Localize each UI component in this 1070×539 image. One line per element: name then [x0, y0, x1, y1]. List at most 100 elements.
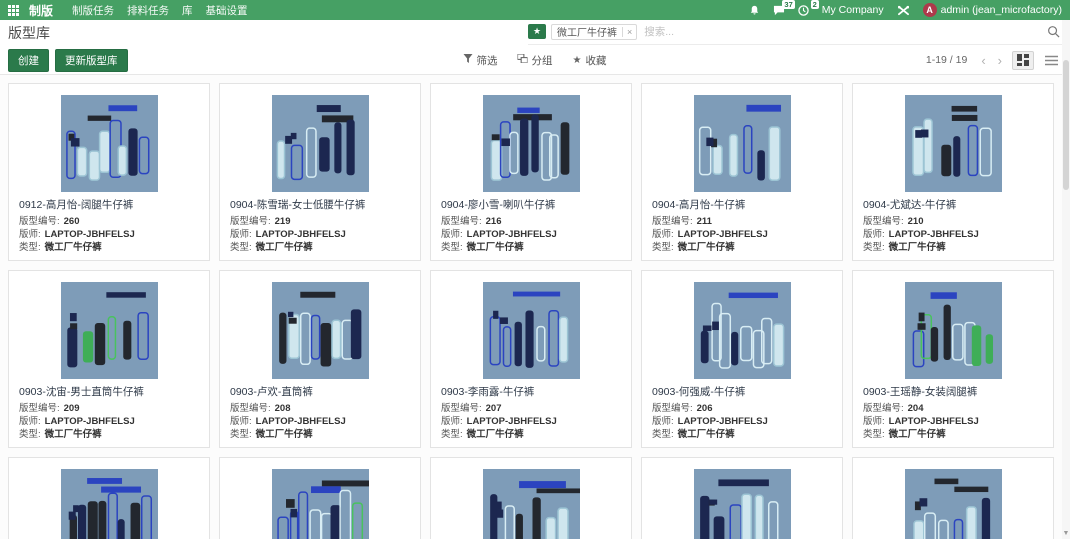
- group-by-button[interactable]: 分组: [518, 53, 553, 68]
- type-label: 类型:: [863, 242, 885, 253]
- designer-field: 版师:LAPTOP-JBHFELSJ: [19, 415, 199, 428]
- type-field: 类型:微工厂牛仔裤: [652, 241, 832, 254]
- pattern-thumbnail: [853, 84, 1053, 192]
- topbar-menu-item-2[interactable]: 库: [182, 3, 193, 18]
- topbar-menu-item-1[interactable]: 排料任务: [127, 3, 169, 18]
- scroll-down-icon[interactable]: ▼: [1062, 529, 1070, 538]
- app-brand[interactable]: 制版: [29, 2, 53, 19]
- pager-prev-icon[interactable]: ‹: [977, 54, 989, 67]
- user-menu[interactable]: A admin (jean_microfactory): [923, 3, 1062, 17]
- search-icon[interactable]: [1047, 25, 1062, 38]
- pager: 1-19 / 19 ‹ ›: [926, 51, 1062, 70]
- search-input[interactable]: [642, 25, 1042, 39]
- topbar-menu-item-0[interactable]: 制版任务: [72, 3, 114, 18]
- activity-clock-icon[interactable]: 2: [798, 5, 809, 16]
- pattern-pieces-image: [694, 95, 791, 192]
- page-title: 版型库: [8, 23, 50, 43]
- pattern-card-14[interactable]: [852, 457, 1054, 539]
- list-view-button[interactable]: [1040, 51, 1062, 70]
- pattern-thumbnail: [853, 458, 1053, 539]
- scrollbar-thumb[interactable]: [1063, 60, 1069, 190]
- pattern-no-value: 211: [697, 216, 712, 227]
- activity-badge: 2: [811, 0, 819, 9]
- pattern-card-3[interactable]: 0904-高月怡-牛仔裤 版型编号:211 版师:LAPTOP-JBHFELSJ…: [641, 83, 843, 261]
- topbar-menu: 制版任务排料任务库基础设置: [59, 3, 248, 18]
- update-library-button[interactable]: 更新版型库: [55, 49, 128, 72]
- pattern-card-11[interactable]: [219, 457, 421, 539]
- pattern-card-7[interactable]: 0903-李雨露-牛仔裤 版型编号:207 版师:LAPTOP-JBHFELSJ…: [430, 270, 632, 448]
- facet-star-icon[interactable]: ★: [528, 24, 546, 39]
- card-text: 0903-何强威-牛仔裤 版型编号:206 版师:LAPTOP-JBHFELSJ…: [642, 379, 842, 447]
- filter-label: 筛选: [477, 53, 498, 68]
- debug-tools-icon[interactable]: [897, 5, 910, 16]
- pattern-pieces-image: [483, 95, 580, 192]
- kanban-view-button[interactable]: [1012, 51, 1034, 70]
- pattern-card-6[interactable]: 0903-卢欢-直筒裤 版型编号:208 版师:LAPTOP-JBHFELSJ …: [219, 270, 421, 448]
- type-field: 类型:微工厂牛仔裤: [441, 241, 621, 254]
- topbar-left: 制版 制版任务排料任务库基础设置: [8, 2, 248, 19]
- pattern-no-field: 版型编号:219: [230, 215, 410, 228]
- type-field: 类型: 微工厂牛仔裤: [19, 428, 199, 441]
- favorites-button[interactable]: ★ 收藏: [573, 53, 607, 68]
- pattern-thumbnail: [642, 271, 842, 379]
- pattern-pieces-image: [61, 95, 158, 192]
- bell-icon[interactable]: [749, 5, 760, 16]
- designer-value: LAPTOP-JBHFELSJ: [889, 229, 979, 240]
- create-button[interactable]: 创建: [8, 49, 49, 72]
- type-label: 类型:: [19, 429, 41, 440]
- type-field: 类型:微工厂牛仔裤: [230, 428, 410, 441]
- pattern-card-2[interactable]: 0904-廖小雪-喇叭牛仔裤 版型编号:216 版师:LAPTOP-JBHFEL…: [430, 83, 632, 261]
- chat-badge: 37: [782, 0, 794, 9]
- pattern-pieces-image: [483, 469, 580, 539]
- pattern-no-label: 版型编号:: [19, 216, 60, 227]
- search-facet[interactable]: 微工厂牛仔裤 ×: [551, 24, 637, 40]
- type-value: 微工厂牛仔裤: [256, 242, 313, 253]
- pattern-card-12[interactable]: [430, 457, 632, 539]
- pattern-card-5[interactable]: 0903-沈宙-男士直筒牛仔裤 版型编号:209 版师:LAPTOP-JBHFE…: [8, 270, 210, 448]
- designer-value: LAPTOP-JBHFELSJ: [45, 416, 135, 427]
- pattern-card-10[interactable]: [8, 457, 210, 539]
- designer-label: 版师:: [863, 416, 885, 427]
- apps-grid-icon[interactable]: [8, 5, 19, 16]
- pattern-title: 0903-李雨露-牛仔裤: [441, 384, 621, 399]
- type-field: 类型: 微工厂牛仔裤: [652, 428, 832, 441]
- chat-icon[interactable]: 37: [773, 5, 785, 16]
- pattern-no-field: 版型编号:210: [863, 215, 1043, 228]
- type-label: 类型:: [652, 242, 674, 253]
- designer-value: LAPTOP-JBHFELSJ: [678, 416, 768, 427]
- pattern-thumbnail: [9, 84, 209, 192]
- pattern-card-13[interactable]: [641, 457, 843, 539]
- designer-value: LAPTOP-JBHFELSJ: [678, 229, 768, 240]
- pattern-card-1[interactable]: 0904-陈雪瑞-女士低腰牛仔裤 版型编号:219 版师:LAPTOP-JBHF…: [219, 83, 421, 261]
- pattern-card-9[interactable]: 0903-王瑶静-女装阔腿裤 版型编号:204 版师:LAPTOP-JBHFEL…: [852, 270, 1054, 448]
- pattern-no-field: 版型编号:204: [863, 402, 1043, 415]
- type-value: 微工厂牛仔裤: [45, 429, 102, 440]
- facet-remove-icon[interactable]: ×: [622, 27, 636, 37]
- card-text: 0903-沈宙-男士直筒牛仔裤 版型编号:209 版师:LAPTOP-JBHFE…: [9, 379, 209, 447]
- pattern-no-label: 版型编号:: [19, 403, 60, 414]
- card-text: 0904-廖小雪-喇叭牛仔裤 版型编号:216 版师:LAPTOP-JBHFEL…: [431, 192, 631, 260]
- pattern-no-field: 版型编号:211: [652, 215, 832, 228]
- pattern-title: 0903-何强威-牛仔裤: [652, 384, 832, 399]
- type-label: 类型:: [652, 429, 674, 440]
- pattern-card-0[interactable]: 0912-高月怡-阔腿牛仔裤 版型编号:260 版师:LAPTOP-JBHFEL…: [8, 83, 210, 261]
- type-value: 微工厂牛仔裤: [678, 429, 735, 440]
- company-switcher[interactable]: My Company: [822, 4, 884, 16]
- pattern-pieces-image: [905, 282, 1002, 379]
- designer-field: 版师:LAPTOP-JBHFELSJ: [230, 415, 410, 428]
- pattern-pieces-image: [694, 469, 791, 539]
- pattern-thumbnail: [431, 458, 631, 539]
- pattern-card-8[interactable]: 0903-何强威-牛仔裤 版型编号:206 版师:LAPTOP-JBHFELSJ…: [641, 270, 843, 448]
- designer-value: LAPTOP-JBHFELSJ: [889, 416, 979, 427]
- pattern-thumbnail: [220, 458, 420, 539]
- designer-field: 版师:LAPTOP-JBHFELSJ: [19, 228, 199, 241]
- type-label: 类型:: [441, 242, 463, 253]
- topbar-menu-item-3[interactable]: 基础设置: [206, 3, 248, 18]
- type-value: 微工厂牛仔裤: [889, 429, 946, 440]
- pattern-no-field: 版型编号:216: [441, 215, 621, 228]
- pattern-thumbnail: [220, 84, 420, 192]
- pattern-card-4[interactable]: 0904-尤斌达-牛仔裤 版型编号:210 版师:LAPTOP-JBHFELSJ…: [852, 83, 1054, 261]
- pager-next-icon[interactable]: ›: [994, 54, 1006, 67]
- pattern-no-label: 版型编号:: [652, 403, 693, 414]
- filter-button[interactable]: 筛选: [464, 53, 498, 68]
